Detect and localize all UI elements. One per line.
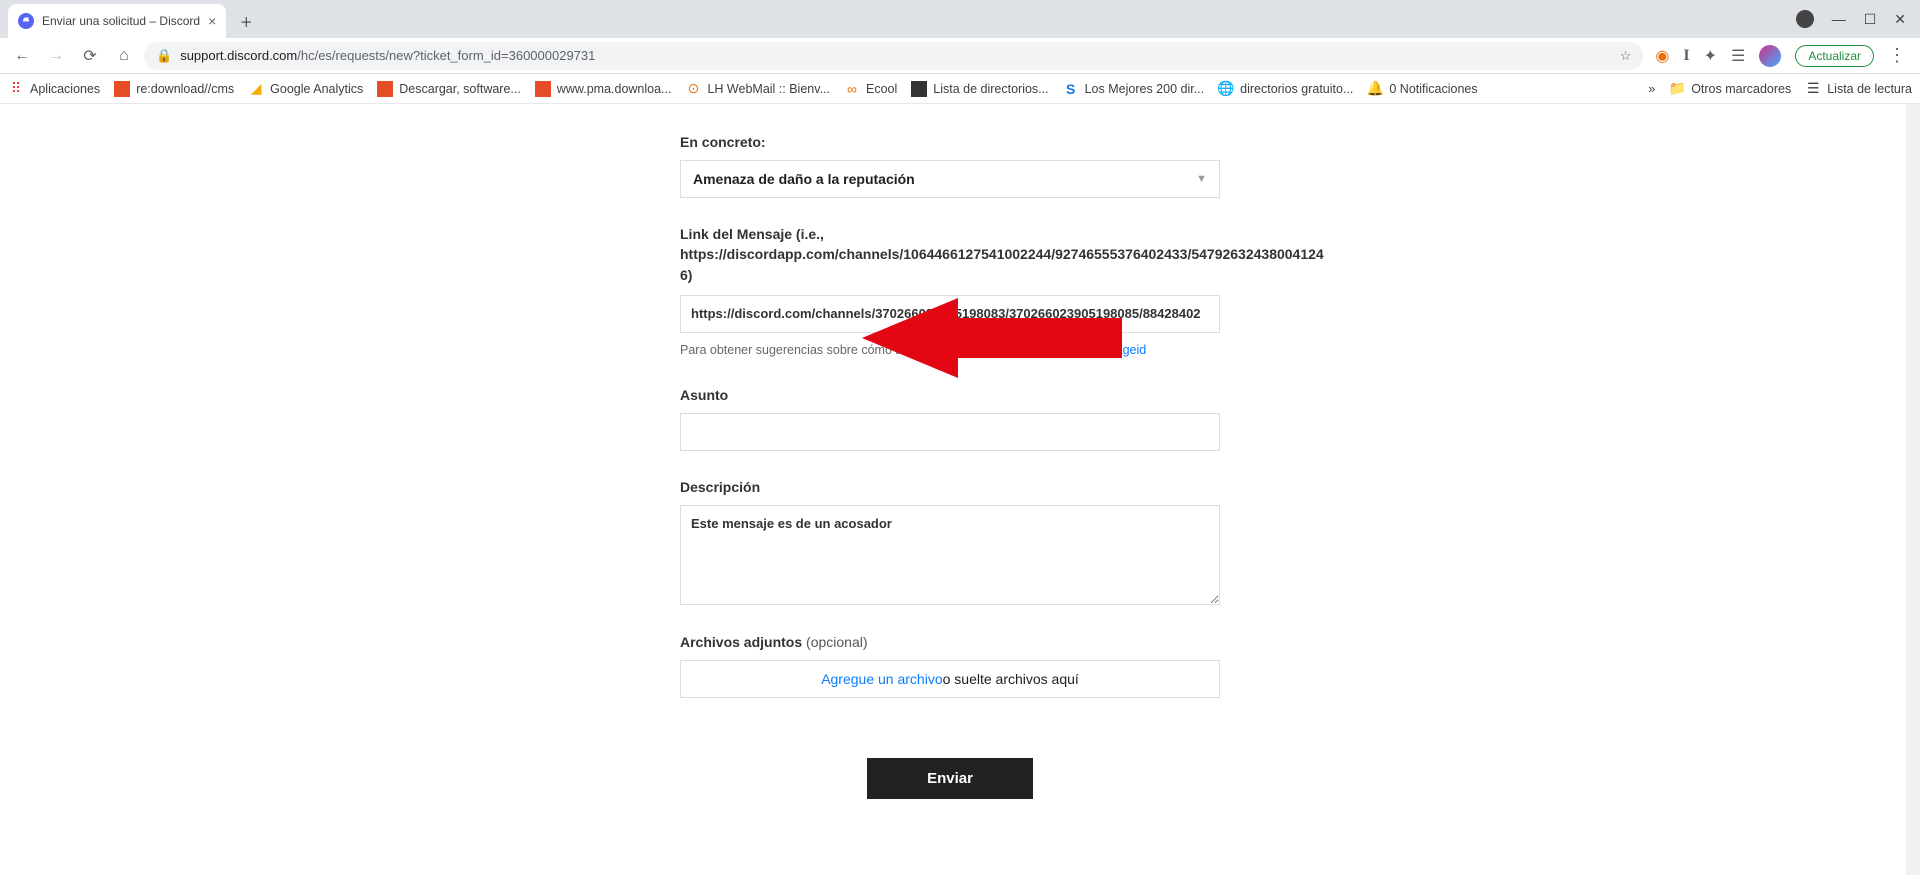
message-id-hint: Para obtener sugerencias sobre cómo adqu… <box>680 343 1220 357</box>
bookmark-icon <box>377 81 393 97</box>
scrollbar-thumb[interactable] <box>1907 104 1919 214</box>
bookmark-item[interactable]: ◢Google Analytics <box>248 81 363 97</box>
bookmark-icon: S <box>1063 81 1079 97</box>
bookmark-item[interactable]: ⊙LH WebMail :: Bienv... <box>685 81 830 97</box>
threat-type-select[interactable]: Amenaza de daño a la reputación ▼ <box>680 160 1220 198</box>
profile-indicator-icon[interactable] <box>1796 10 1814 28</box>
minimize-button[interactable]: — <box>1832 11 1846 27</box>
forward-button[interactable]: → <box>42 42 70 70</box>
back-button[interactable]: ← <box>8 42 36 70</box>
tab-title: Enviar una solicitud – Discord <box>42 14 200 28</box>
bookmark-icon <box>535 81 551 97</box>
tab-close-icon[interactable]: × <box>208 13 216 29</box>
add-file-link[interactable]: Agregue un archivo <box>821 671 942 687</box>
attachments-dropzone[interactable]: Agregue un archivo o suelte archivos aqu… <box>680 660 1220 698</box>
window-controls: — ☐ ✕ <box>1796 0 1920 38</box>
update-button[interactable]: Actualizar <box>1795 45 1874 67</box>
bookmark-item[interactable]: www.pma.downloa... <box>535 81 672 97</box>
extension-icon-2[interactable]: I <box>1683 47 1689 65</box>
menu-icon[interactable]: ⋮ <box>1888 45 1906 66</box>
url-text: support.discord.com/hc/es/requests/new?t… <box>180 48 1612 63</box>
folder-icon: 📁 <box>1669 81 1685 97</box>
maximize-button[interactable]: ☐ <box>1864 11 1877 28</box>
other-bookmarks[interactable]: 📁Otros marcadores <box>1669 81 1791 97</box>
description-label: Descripción <box>680 479 1220 495</box>
bookmark-icon <box>114 81 130 97</box>
ticket-form: En concreto: Amenaza de daño a la reputa… <box>680 104 1240 839</box>
bookmark-item[interactable]: 🔔0 Notificaciones <box>1367 81 1477 97</box>
reading-list-icon: ☰ <box>1805 81 1821 97</box>
new-tab-button[interactable]: ＋ <box>232 7 260 35</box>
browser-toolbar: ← → ⟳ ⌂ 🔒 support.discord.com/hc/es/requ… <box>0 38 1920 74</box>
description-textarea[interactable] <box>680 505 1220 605</box>
close-window-button[interactable]: ✕ <box>1894 11 1906 28</box>
star-icon[interactable]: ☆ <box>1620 48 1632 64</box>
submit-button[interactable]: Enviar <box>867 758 1033 799</box>
subject-label: Asunto <box>680 387 1220 403</box>
reload-button[interactable]: ⟳ <box>76 42 104 70</box>
bookmark-item[interactable]: Lista de directorios... <box>911 81 1048 97</box>
bookmark-icon: ⊙ <box>685 81 701 97</box>
reading-list-icon[interactable]: ☰ <box>1731 46 1745 66</box>
discord-favicon <box>18 13 34 29</box>
bookmark-item[interactable]: re:download//cms <box>114 81 234 97</box>
extensions-icon[interactable]: ✦ <box>1704 46 1717 66</box>
message-id-link[interactable]: https://dis.gd/messageid <box>1011 343 1146 357</box>
bookmark-item[interactable]: SLos Mejores 200 dir... <box>1063 81 1205 97</box>
address-bar[interactable]: 🔒 support.discord.com/hc/es/requests/new… <box>144 42 1643 70</box>
home-button[interactable]: ⌂ <box>110 42 138 70</box>
attachments-label: Archivos adjuntos (opcional) <box>680 634 1220 650</box>
lock-icon: 🔒 <box>156 48 172 64</box>
apps-label: Aplicaciones <box>30 82 100 96</box>
subject-input[interactable] <box>680 413 1220 451</box>
section-label: En concreto: <box>680 134 1220 150</box>
chevron-down-icon: ▼ <box>1196 173 1207 185</box>
bookmark-item[interactable]: Descargar, software... <box>377 81 521 97</box>
globe-icon: 🌐 <box>1218 81 1234 97</box>
bookmark-icon: ◢ <box>248 81 264 97</box>
tab-strip: Enviar una solicitud – Discord × ＋ — ☐ ✕ <box>0 0 1920 38</box>
bookmark-item[interactable]: ∞Ecool <box>844 81 897 97</box>
apps-grid-icon: ⠿ <box>8 81 24 97</box>
page-viewport: En concreto: Amenaza de daño a la reputa… <box>0 104 1920 875</box>
browser-tab[interactable]: Enviar una solicitud – Discord × <box>8 4 226 38</box>
apps-shortcut[interactable]: ⠿ Aplicaciones <box>8 81 100 97</box>
message-link-input[interactable] <box>680 295 1220 333</box>
bookmark-item[interactable]: 🌐directorios gratuito... <box>1218 81 1353 97</box>
extension-icon-1[interactable]: ◉ <box>1655 46 1669 66</box>
bookmarks-overflow[interactable]: » <box>1648 82 1655 96</box>
select-value: Amenaza de daño a la reputación <box>693 171 915 187</box>
bookmark-icon <box>911 81 927 97</box>
message-link-label: Link del Mensaje (i.e., https://discorda… <box>680 224 1220 285</box>
bookmarks-bar: ⠿ Aplicaciones re:download//cms ◢Google … <box>0 74 1920 104</box>
reading-list[interactable]: ☰Lista de lectura <box>1805 81 1912 97</box>
bell-icon: 🔔 <box>1367 81 1383 97</box>
bookmark-icon: ∞ <box>844 81 860 97</box>
profile-avatar[interactable] <box>1759 45 1781 67</box>
dropzone-text: o suelte archivos aquí <box>943 671 1079 687</box>
